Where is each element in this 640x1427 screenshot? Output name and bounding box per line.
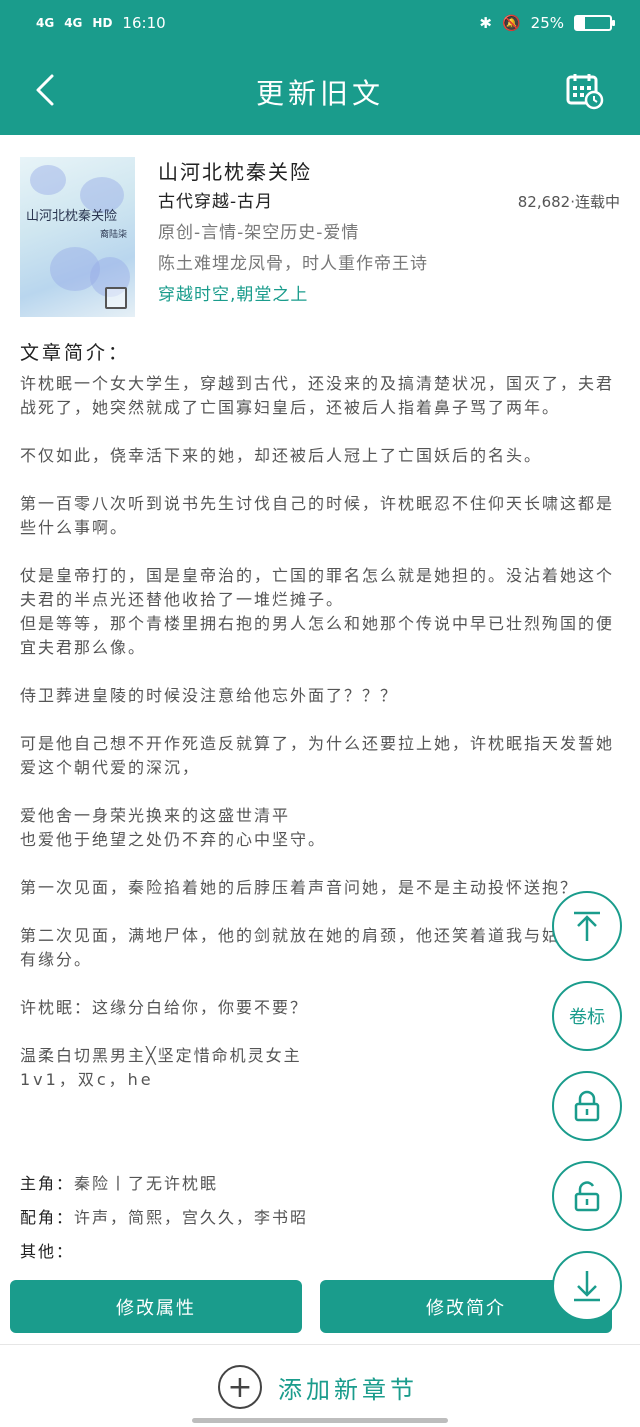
character-meta: 主角：秦险丨了无许枕眠 配角：许声，简熙，宫久久，李书昭 其他： — [20, 1167, 308, 1269]
volume-label-text: 卷标 — [569, 1007, 605, 1028]
edit-cover-icon[interactable] — [105, 287, 127, 309]
signal-indicator: 4G — [36, 16, 55, 30]
calendar-clock-icon[interactable] — [566, 72, 604, 110]
mute-icon: 🔕 — [501, 14, 521, 32]
support-label: 配角： — [20, 1208, 75, 1227]
status-bar: 4G 4G HD 16:10 ✱ 🔕 25% — [0, 0, 640, 46]
support-row: 配角：许声，简熙，宫久久，李书昭 — [20, 1201, 308, 1235]
intro-paragraph: 仗是皇帝打的，国是皇帝治的，亡国的罪名怎么就是她担的。没沾着她这个夫君的半点光还… — [20, 566, 615, 609]
lead-label: 主角： — [20, 1174, 75, 1193]
intro-paragraph: 也爱他于绝望之处仍不弃的心中坚守。 — [20, 830, 327, 849]
other-row: 其他： — [20, 1235, 308, 1269]
support-value: 许声，简熙，宫久久，李书昭 — [74, 1208, 309, 1227]
cover-flower — [30, 165, 66, 195]
unlock-icon — [574, 1181, 600, 1212]
plus-circle-icon: + — [218, 1365, 262, 1409]
lock-button[interactable] — [552, 1071, 622, 1141]
book-theme: 穿越时空,朝堂之上 — [158, 285, 309, 305]
lead-value: 秦险丨了无许枕眠 — [74, 1174, 219, 1193]
book-tags: 原创-言情-架空历史-爱情 — [158, 223, 360, 243]
intro-paragraph: 不仅如此，侥幸活下来的她，却还被后人冠上了亡国妖后的名头。 — [20, 446, 543, 465]
intro-paragraph: 第一次见面，秦险掐着她的后脖压着声音问她，是不是主动投怀送抱？ — [20, 878, 579, 897]
intro-paragraph: 爱他舍一身荣光换来的这盛世清平 — [20, 806, 291, 825]
page-title: 更新旧文 — [255, 77, 384, 110]
intro-paragraph: 侍卫葬进皇陵的时候没注意给他忘外面了？？？ — [20, 686, 399, 705]
book-stats: 82,682·连载中 — [517, 193, 620, 211]
intro-paragraph: 第二次见面，满地尸体，他的剑就放在她的肩颈，他还笑着道我与姑娘真是有缘分。 — [20, 926, 615, 969]
add-chapter-label: 添加新章节 — [278, 1375, 418, 1404]
book-tagline: 陈土难埋龙凤骨，时人重作帝王诗 — [158, 254, 428, 274]
intro-paragraph: 许枕眠：这缘分白给你，你要不要？ — [20, 998, 309, 1017]
home-indicator[interactable] — [192, 1418, 448, 1423]
intro-paragraph: 许枕眠一个女大学生，穿越到古代，还没来的及搞清楚状况，国灭了，夫君战死了，她突然… — [20, 374, 615, 417]
signal-indicator-2: 4G — [64, 16, 83, 30]
intro-paragraph: 但是等等，那个青楼里拥右抱的男人怎么和她那个传说中早已壮烈殉国的便宜夫君那么像。 — [20, 614, 615, 657]
clock: 16:10 — [122, 14, 166, 32]
bottom-bar: + 添加新章节 — [0, 1344, 640, 1427]
edit-attributes-button[interactable]: 修改属性 — [10, 1280, 302, 1333]
intro-heading: 文章简介： — [20, 342, 131, 364]
battery-percent: 25% — [530, 14, 564, 32]
scroll-top-button[interactable] — [552, 891, 622, 961]
other-label: 其他： — [20, 1242, 75, 1261]
intro-paragraph: 第一百零八次听到说书先生讨伐自己的时候，许枕眠忍不住仰天长啸这都是些什么事啊。 — [20, 494, 615, 537]
book-info: 山河北枕秦关险 古代穿越-古月 82,682·连载中 原创-言情-架空历史-爱情… — [158, 157, 620, 311]
book-cover[interactable]: 山河北枕秦关险 裔陆柒 — [20, 157, 135, 317]
action-buttons: 修改属性 修改简介 — [0, 1280, 640, 1336]
intro-paragraph: 可是他自己想不开作死造反就算了，为什么还要拉上她，许枕眠指天发誓她爱这个朝代爱的… — [20, 734, 615, 777]
bluetooth-icon: ✱ — [479, 14, 492, 32]
lead-row: 主角：秦险丨了无许枕眠 — [20, 1167, 308, 1201]
book-genre: 古代穿越-古月 — [158, 192, 274, 212]
lock-icon — [574, 1090, 600, 1122]
battery-icon — [574, 15, 615, 31]
book-title: 山河北枕秦关险 — [158, 160, 312, 184]
cover-title: 山河北枕秦关险 — [26, 209, 118, 224]
hd-indicator: HD — [92, 16, 113, 30]
intro-paragraph: 温柔白切黑男主╳坚定惜命机灵女主 — [20, 1046, 302, 1065]
book-header: 山河北枕秦关险 裔陆柒 山河北枕秦关险 古代穿越-古月 82,682·连载中 原… — [20, 157, 620, 322]
arrow-down-icon — [574, 1271, 600, 1302]
volume-label-button[interactable]: 卷标 — [552, 981, 622, 1051]
intro-body: 许枕眠一个女大学生，穿越到古代，还没来的及搞清楚状况，国灭了，夫君战死了，她突然… — [20, 372, 620, 1092]
intro-paragraph: 1v1，双c，he — [20, 1070, 154, 1089]
add-chapter-button[interactable]: + 添加新章节 — [218, 1365, 418, 1409]
arrow-up-icon — [574, 911, 600, 941]
unlock-button[interactable] — [552, 1161, 622, 1231]
app-bar: 更新旧文 — [0, 46, 640, 135]
scroll-bottom-button[interactable] — [552, 1251, 622, 1321]
genre-row: 古代穿越-古月 82,682·连载中 — [158, 187, 620, 218]
cover-author: 裔陆柒 — [99, 230, 127, 240]
